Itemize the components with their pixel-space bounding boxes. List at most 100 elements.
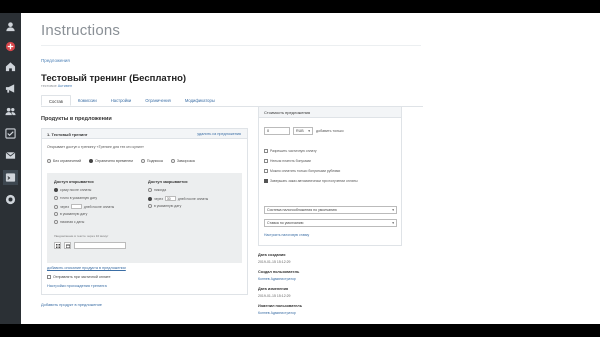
close-option-after-days[interactable]: через 30 дней после оплаты [148, 196, 208, 201]
close-option-date[interactable]: в указанную дату [148, 204, 181, 208]
radio-dot[interactable] [148, 204, 152, 208]
chevron-down-icon: ▾ [392, 208, 394, 212]
open-option-after-days[interactable]: через дней после оплаты [54, 204, 114, 209]
access-settings-box: Доступ открывается сразу после оплаты то… [47, 173, 242, 263]
radio-dot[interactable] [54, 188, 58, 192]
radio-dot[interactable] [47, 159, 51, 163]
radio-dot[interactable] [148, 188, 152, 192]
days-input[interactable] [70, 204, 82, 209]
header-divider [41, 45, 421, 46]
delete-product-link[interactable]: удалить из предложения [197, 132, 241, 136]
chevron-down-icon: ▾ [392, 221, 394, 225]
add-product-link[interactable]: Добавить продукт в предложение [41, 302, 102, 307]
open-option-immediately[interactable]: сразу после оплаты [54, 188, 91, 192]
tab-settings[interactable]: Настройки [104, 95, 139, 106]
page-title: Тестовый тренинг (Бесплатно) [41, 73, 187, 84]
open-option-from-date[interactable]: начиная с даты [54, 220, 84, 224]
radio-unlimited[interactable]: Без ограничений [47, 159, 81, 163]
breadcrumb[interactable]: Предложения [41, 58, 70, 63]
tab-modifiers[interactable]: Модификаторы [178, 95, 222, 106]
chat-icon[interactable] [3, 192, 18, 207]
tax-system-value: Система налогообложения по умолчанию [267, 208, 337, 212]
bonus-only-option[interactable]: Можно оплатить только бонусными рублями [264, 169, 340, 173]
radio-dot[interactable] [140, 159, 145, 163]
currency-value: RUB [296, 129, 304, 133]
tax-system-select[interactable]: Система налогообложения по умолчанию ▾ [264, 206, 397, 214]
option-label: в указанную дату [60, 212, 88, 216]
option-label: Завершать заказ автоматически при получе… [270, 179, 358, 183]
price-input[interactable]: 0 [264, 127, 290, 135]
megaphone-icon[interactable] [3, 81, 18, 96]
tax-settings-link[interactable]: Настроить налоговую ставку [264, 233, 309, 237]
close-days-input[interactable]: 30 [164, 196, 176, 201]
checkbox-box[interactable] [264, 149, 268, 153]
radio-freeze[interactable]: Заморозка [170, 159, 195, 163]
vat-value: Ставка по умолчанию [267, 221, 304, 225]
radio-time-limited[interactable]: Ограничено временем [89, 159, 133, 163]
plus-icon[interactable] [3, 39, 18, 54]
open-option-exact-date[interactable]: точно в указанную дату [54, 196, 97, 200]
radio-dot[interactable] [89, 159, 94, 163]
radio-subscription[interactable]: Подписка [140, 159, 163, 163]
radio-dot[interactable] [54, 220, 58, 224]
radio-dot[interactable] [54, 196, 58, 200]
add-description-link[interactable]: добавить описание продукта в предложении [47, 266, 126, 270]
checkbox-icon[interactable] [3, 126, 18, 141]
calendar-icon[interactable] [64, 242, 71, 249]
option-label: Разрешить частичную оплату [270, 149, 317, 153]
no-bonus-option[interactable]: Нельзя платить бонусами [264, 159, 311, 163]
checkbox-box[interactable] [47, 275, 51, 279]
access-type-radios: Без ограничений Ограничено временем Подп… [47, 159, 195, 163]
users-icon[interactable] [3, 104, 18, 119]
option-suffix: дней после оплаты [177, 196, 209, 201]
schedule-toolbar [54, 242, 126, 249]
modifier-label: Изменил пользователь [258, 304, 303, 308]
creator-value[interactable]: Коннев Администратор [258, 277, 296, 281]
partial-payment-option[interactable]: Разрешить частичную оплату [264, 149, 317, 153]
modified-label: Дата изменения [258, 287, 289, 291]
product-panel-header: 1. Тестовый тренинг удалить из предложен… [42, 129, 247, 139]
radio-dot[interactable] [170, 159, 175, 163]
checkbox-box[interactable] [264, 169, 268, 173]
radio-dot[interactable] [54, 204, 58, 209]
main-content: Instructions Предложения Тестовый тренин… [21, 13, 600, 324]
tab-composition[interactable]: Состав [41, 95, 71, 106]
option-label: в указанную дату [154, 204, 182, 208]
home-icon[interactable] [3, 59, 18, 74]
vat-select[interactable]: Ставка по умолчанию ▾ [264, 219, 397, 227]
auto-complete-option[interactable]: Завершать заказ автоматически при получе… [264, 179, 358, 183]
tab-restrictions[interactable]: Ограничения [138, 95, 178, 106]
created-label: Дата создания [258, 253, 286, 257]
grid-icon[interactable] [54, 242, 61, 249]
radio-label: Подписка [146, 159, 163, 163]
cost-panel: Стоимость предложения 0 RUB ▾ добавить то… [258, 106, 402, 246]
mail-icon[interactable] [3, 148, 18, 163]
created-value: 2019-01-15 15:12:29 [258, 260, 291, 264]
cost-panel-header: Стоимость предложения [259, 107, 401, 118]
product-panel: 1. Тестовый тренинг удалить из предложен… [41, 128, 248, 295]
terminal-icon[interactable] [3, 170, 18, 185]
training-settings-link[interactable]: Настройки прохождения тренинга [47, 284, 107, 288]
checkbox-label: Отправлять при частичной оплате [53, 275, 111, 279]
schedule-input[interactable] [74, 242, 126, 249]
currency-select[interactable]: RUB ▾ [293, 127, 313, 135]
status-link[interactable]: Активен [58, 84, 72, 88]
checkbox-box[interactable] [264, 179, 268, 183]
add-price-link[interactable]: добавить только [316, 129, 344, 133]
app-screen: Instructions Предложения Тестовый тренин… [0, 13, 600, 324]
user-icon[interactable] [3, 19, 18, 34]
access-close-title: Доступ закрывается [148, 179, 188, 184]
sidebar [0, 13, 21, 324]
app-title: Instructions [41, 22, 121, 39]
radio-label: Без ограничений [53, 159, 82, 163]
partial-payment-checkbox[interactable]: Отправлять при частичной оплате [47, 275, 110, 279]
modifier-value[interactable]: Коннев Администратор [258, 311, 296, 315]
radio-dot[interactable] [54, 212, 58, 216]
creator-label: Создал пользователь [258, 270, 300, 274]
open-option-date[interactable]: в указанную дату [54, 212, 87, 216]
checkbox-box[interactable] [264, 159, 268, 163]
tab-commissions[interactable]: Комиссии [71, 95, 104, 106]
close-option-never[interactable]: никогда [148, 188, 166, 192]
option-label: Нельзя платить бонусами [270, 159, 311, 163]
radio-dot[interactable] [148, 196, 152, 201]
